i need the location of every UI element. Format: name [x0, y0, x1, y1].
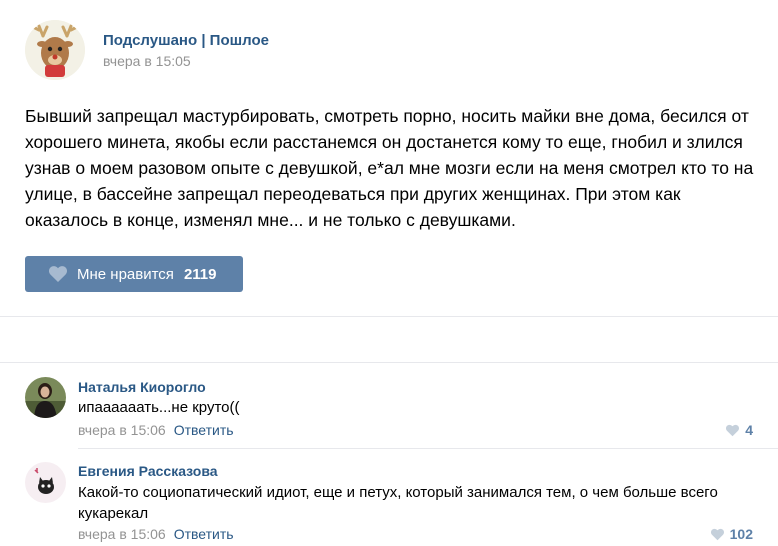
comment-divider [78, 448, 778, 449]
comment-text: ипаааааать...не круто(( [78, 399, 240, 416]
commenter-name-link[interactable]: Наталья Киорогло [78, 379, 206, 395]
comment-timestamp[interactable]: вчера в 15:06 [78, 422, 166, 438]
like-label: Мне нравится [77, 265, 174, 283]
comment-like-button[interactable]: 4 [725, 422, 753, 438]
cat-icon [25, 462, 66, 503]
comment-meta: вчера в 15:06 Ответить [78, 422, 234, 438]
comment-timestamp[interactable]: вчера в 15:06 [78, 526, 166, 542]
commenter-avatar[interactable] [25, 377, 66, 418]
post-divider [0, 316, 778, 317]
comment-like-count: 4 [745, 422, 753, 438]
post-text: Бывший запрещал мастурбировать, смотреть… [25, 106, 754, 230]
reply-link[interactable]: Ответить [174, 422, 234, 438]
comments-divider [0, 362, 778, 363]
user-photo-icon [25, 377, 66, 418]
reply-link[interactable]: Ответить [174, 526, 234, 542]
comment-like-button[interactable]: 102 [710, 526, 753, 542]
heart-icon [48, 266, 68, 282]
commenter-avatar[interactable] [25, 462, 66, 503]
like-button[interactable]: Мне нравится 2119 [25, 256, 243, 292]
comment-item: Наталья Киорогло ипаааааать...не круто((… [0, 375, 778, 445]
heart-icon [710, 528, 724, 540]
heart-icon [726, 424, 740, 436]
reindeer-icon [25, 20, 85, 80]
like-count: 2119 [183, 265, 217, 283]
comment-item: Евгения Рассказова Какой-то социопатичес… [0, 460, 778, 546]
commenter-name-link[interactable]: Евгения Рассказова [78, 463, 218, 479]
post-timestamp[interactable]: вчера в 15:05 [103, 53, 191, 69]
comment-like-count: 102 [729, 526, 753, 542]
post-author-link[interactable]: Подслушано | Пошлое [103, 32, 269, 49]
comment-text: Какой-то социопатический идиот, еще и пе… [78, 484, 718, 522]
comment-meta: вчера в 15:06 Ответить [78, 526, 234, 542]
community-avatar[interactable] [25, 20, 85, 80]
